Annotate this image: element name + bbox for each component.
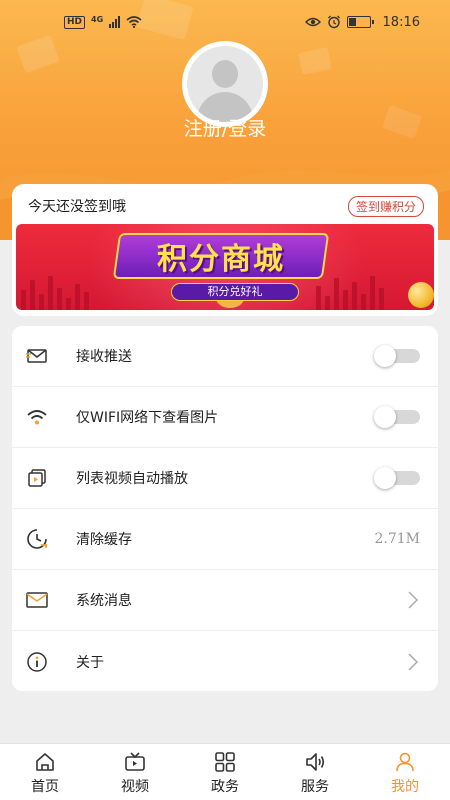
settings-item-label: 接收推送 (76, 349, 132, 365)
login-link[interactable]: 注册/登录 (0, 114, 450, 141)
settings-item-about[interactable]: 关于 (12, 631, 438, 691)
banner-title: 积分商城 (157, 242, 285, 277)
settings-item-push[interactable]: 接收推送 (12, 326, 438, 387)
nav-label: 首页 (31, 779, 59, 795)
avatar-placeholder-icon (187, 46, 263, 122)
wifi-images-toggle[interactable] (374, 406, 420, 428)
mail-icon (26, 589, 48, 611)
nav-item-services[interactable]: 服务 (270, 744, 360, 800)
info-icon (26, 651, 48, 673)
status-bar: HD 4G 18:16 (0, 0, 450, 44)
coin-decoration (408, 282, 434, 308)
banner-title-badge: 积分商城 (112, 233, 330, 279)
alarm-icon (327, 15, 340, 29)
cache-size-value: 2.71M (374, 531, 420, 547)
settings-item-system-messages[interactable]: 系统消息 (12, 570, 438, 631)
autoplay-toggle[interactable] (374, 467, 420, 489)
signin-card: 今天还没签到哦 签到赚积分 积分商城 积分兑好礼 (12, 184, 438, 316)
signin-earn-points-button[interactable]: 签到赚积分 (347, 195, 424, 217)
nav-label: 政务 (211, 779, 239, 795)
settings-item-label: 系统消息 (76, 593, 132, 609)
settings-item-autoplay[interactable]: 列表视频自动播放 (12, 448, 438, 509)
nav-item-government[interactable]: 政务 (180, 744, 270, 800)
person-icon (396, 752, 414, 772)
settings-item-label: 关于 (76, 654, 104, 671)
settings-item-label: 列表视频自动播放 (76, 471, 188, 487)
push-toggle[interactable] (374, 345, 420, 367)
wifi-icon (26, 406, 48, 428)
grid-icon (215, 752, 235, 772)
hd-indicator: HD (64, 15, 86, 29)
points-mall-banner[interactable]: 积分商城 积分兑好礼 (16, 224, 434, 310)
wifi-status-icon (126, 16, 142, 28)
signin-status-text: 今天还没签到哦 (28, 199, 126, 215)
signal-icon (109, 16, 121, 28)
settings-item-clear-cache[interactable]: 清除缓存 2.71M (12, 509, 438, 570)
home-icon (36, 753, 54, 771)
header-decoration (298, 47, 332, 75)
envelope-push-icon (26, 345, 48, 367)
eye-comfort-icon (304, 17, 321, 27)
nav-item-video[interactable]: 视频 (90, 744, 180, 800)
bottom-nav: 首页 视频 政务 服务 我的 (0, 743, 450, 800)
chevron-right-icon (408, 652, 419, 671)
nav-item-mine[interactable]: 我的 (360, 744, 450, 800)
settings-item-wifi-images[interactable]: 仅WIFI网络下查看图片 (12, 387, 438, 448)
nav-label: 视频 (121, 779, 149, 795)
settings-item-label: 仅WIFI网络下查看图片 (76, 410, 219, 426)
video-play-icon (26, 467, 48, 489)
status-time: 18:16 (382, 14, 420, 30)
banner-subtitle: 积分兑好礼 (171, 283, 299, 301)
nav-label: 服务 (301, 779, 329, 795)
speaker-icon (306, 753, 325, 771)
video-icon (125, 752, 145, 771)
settings-item-label: 清除缓存 (76, 532, 132, 548)
nav-label: 我的 (391, 779, 419, 795)
clock-clear-icon (26, 528, 48, 550)
chevron-right-icon (408, 591, 419, 609)
network-type: 4G (91, 14, 104, 24)
settings-list: 接收推送 仅WIFI网络下查看图片 列表视频自动播放 清除缓存 2.71M 系统… (12, 326, 438, 691)
nav-item-home[interactable]: 首页 (0, 744, 90, 800)
battery-icon (346, 16, 374, 28)
